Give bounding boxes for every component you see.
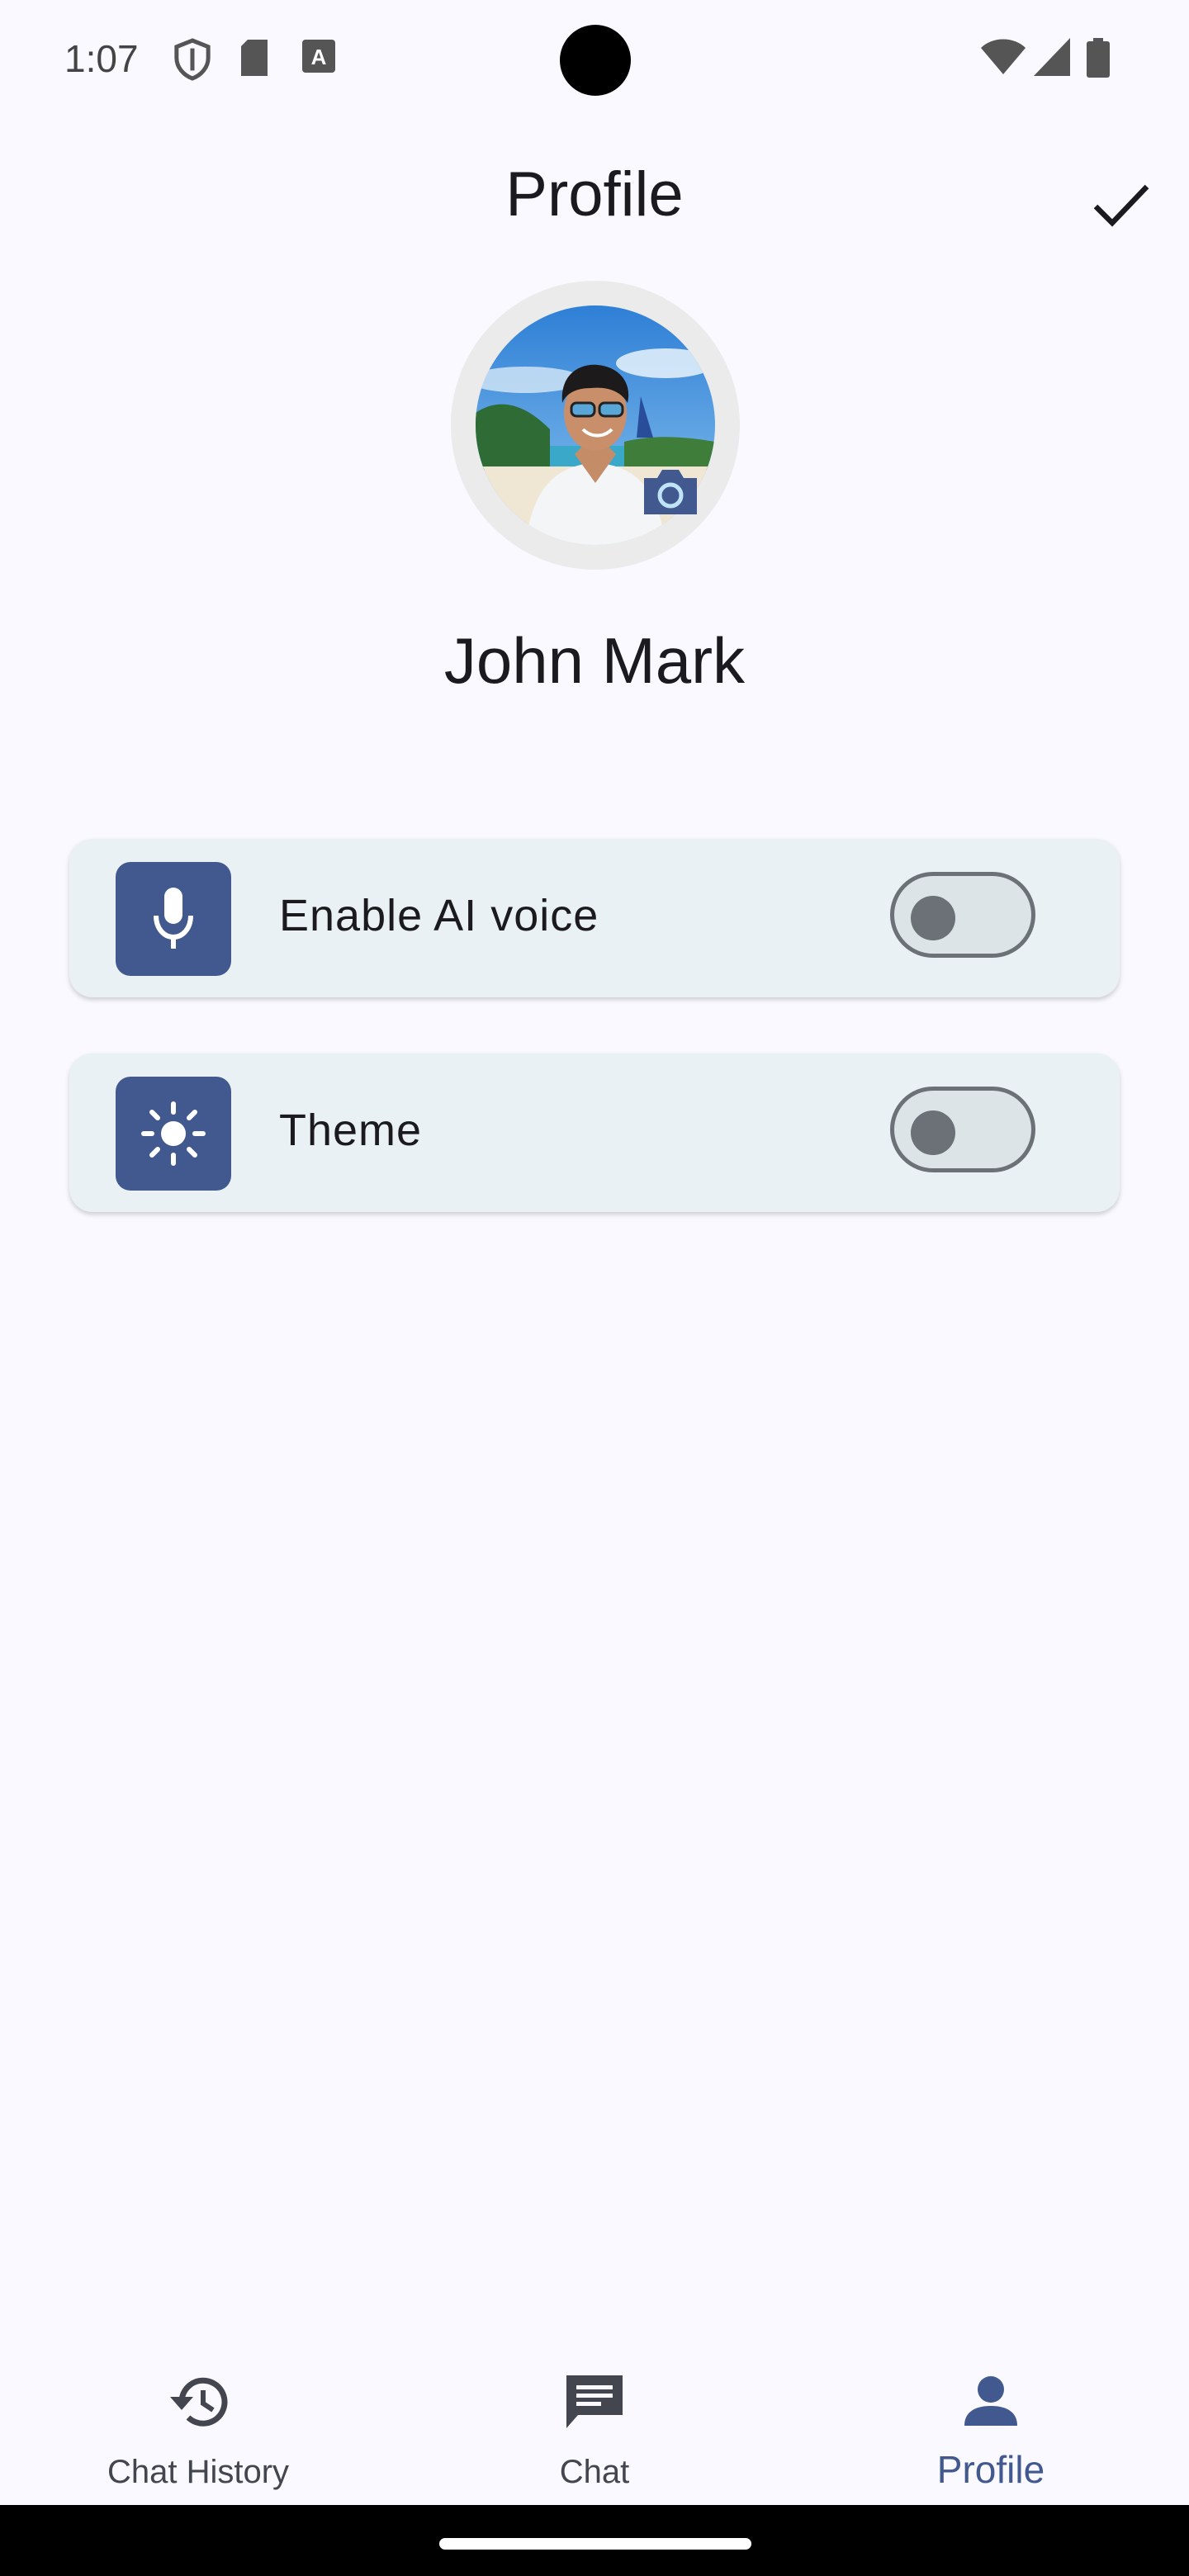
svg-text:A: A bbox=[311, 45, 327, 69]
person-icon bbox=[950, 2366, 1032, 2437]
sd-card-icon bbox=[238, 38, 271, 82]
theme-toggle[interactable] bbox=[890, 1087, 1035, 1172]
setting-label: Enable AI voice bbox=[279, 891, 599, 940]
change-photo-button[interactable] bbox=[641, 466, 700, 518]
home-gesture-handle[interactable] bbox=[439, 2538, 751, 2550]
system-gesture-bar bbox=[0, 2505, 1189, 2576]
bottom-navigation: Chat History Chat Profile bbox=[0, 2345, 1189, 2503]
history-icon bbox=[157, 2366, 239, 2437]
page-title: Profile bbox=[505, 159, 684, 230]
nav-item-chat-history[interactable]: Chat History bbox=[0, 2345, 396, 2503]
nav-label: Chat History bbox=[107, 2454, 290, 2490]
profile-name: John Mark bbox=[443, 624, 746, 697]
avatar-container[interactable] bbox=[451, 281, 740, 570]
chat-icon bbox=[553, 2366, 636, 2437]
check-icon bbox=[1093, 184, 1149, 227]
toggle-knob bbox=[911, 1110, 955, 1155]
shield-icon bbox=[173, 38, 211, 85]
signal-icon bbox=[1034, 38, 1070, 80]
nav-label: Profile bbox=[936, 2448, 1045, 2491]
toggle-knob bbox=[911, 896, 955, 940]
nav-item-chat[interactable]: Chat bbox=[396, 2345, 793, 2503]
keyboard-a-icon: A bbox=[301, 38, 337, 78]
ai-voice-toggle[interactable] bbox=[890, 872, 1035, 958]
setting-card-ai-voice[interactable]: Enable AI voice bbox=[69, 839, 1120, 997]
wifi-icon bbox=[981, 38, 1026, 80]
status-bar: 1:07 A bbox=[0, 0, 1189, 116]
nav-item-profile[interactable]: Profile bbox=[793, 2345, 1189, 2503]
status-time: 1:07 bbox=[64, 37, 139, 80]
sun-icon bbox=[141, 1101, 206, 1166]
setting-icon-box bbox=[116, 862, 231, 976]
setting-card-theme[interactable]: Theme bbox=[69, 1054, 1120, 1212]
nav-label: Chat bbox=[559, 2454, 630, 2490]
front-camera-cutout bbox=[560, 25, 631, 96]
save-button[interactable] bbox=[1082, 165, 1161, 244]
mic-icon bbox=[154, 888, 193, 949]
setting-icon-box bbox=[116, 1077, 231, 1191]
setting-label: Theme bbox=[279, 1106, 423, 1155]
battery-icon bbox=[1087, 38, 1110, 82]
camera-icon bbox=[644, 470, 697, 514]
top-app-bar: Profile bbox=[0, 140, 1189, 256]
